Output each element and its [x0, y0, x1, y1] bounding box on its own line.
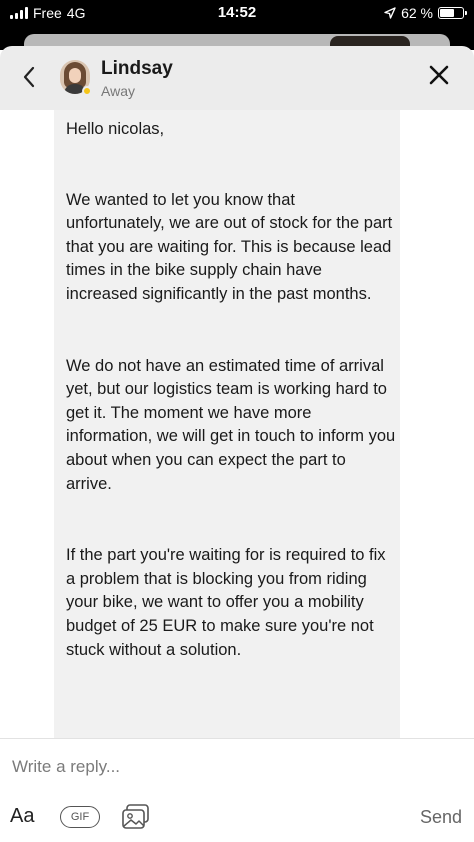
status-bar: Free 4G 14:52 62 %: [0, 0, 474, 28]
message-paragraph: If the part you're waiting for is requir…: [66, 546, 386, 659]
message-greeting: Hello nicolas,: [66, 120, 165, 138]
reply-input[interactable]: [12, 753, 452, 781]
presence-status-dot: [82, 86, 92, 96]
chat-header: [0, 46, 474, 110]
avatar-face: [69, 68, 81, 83]
message-paragraph: We wanted to let you know that unfortuna…: [66, 190, 393, 303]
reply-composer: Aa GIF Send: [0, 738, 474, 842]
photo-icon: [122, 804, 149, 829]
message-list[interactable]: Hello nicolas, We wanted to let you know…: [0, 110, 474, 738]
message-paragraph: We do not have an estimated time of arri…: [66, 356, 396, 493]
close-icon: [429, 65, 449, 85]
contact-status: Away: [101, 83, 135, 99]
contact-name: Lindsay: [101, 58, 173, 79]
avatar: [60, 60, 92, 96]
battery-level-fill: [440, 9, 454, 17]
message-body: Hello nicolas, We wanted to let you know…: [66, 118, 396, 710]
send-button[interactable]: Send: [420, 807, 462, 828]
battery-icon: [438, 7, 467, 19]
chevron-left-icon: [23, 66, 35, 88]
status-right: 62 %: [384, 5, 467, 21]
text-format-button[interactable]: Aa: [10, 805, 34, 828]
back-button[interactable]: [14, 60, 44, 94]
location-arrow-icon: [384, 7, 396, 19]
close-button[interactable]: [426, 62, 452, 88]
photo-button[interactable]: [121, 803, 151, 831]
gif-button[interactable]: GIF: [60, 806, 100, 828]
battery-percent: 62 %: [401, 5, 433, 21]
